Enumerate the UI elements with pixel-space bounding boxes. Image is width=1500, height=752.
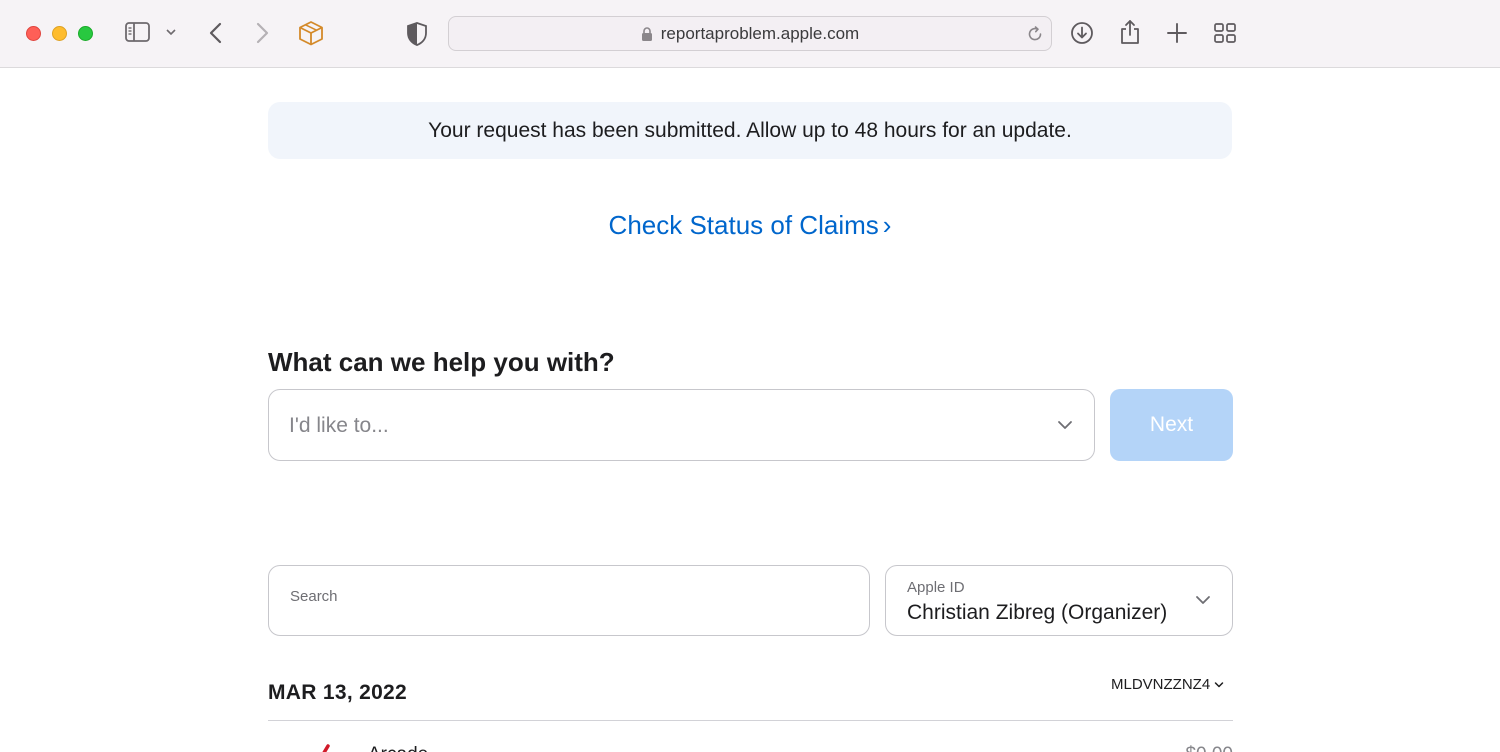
next-button[interactable]: Next	[1110, 389, 1233, 461]
forward-arrow-icon[interactable]	[252, 21, 272, 45]
order-id-text: MLDVNZZNZ4	[1111, 676, 1211, 693]
search-label: Search	[290, 588, 338, 605]
check-status-label: Check Status of Claims	[608, 210, 879, 240]
apple-id-value: Christian Zibreg (Organizer)	[907, 601, 1168, 624]
chevron-right-icon: ›	[882, 210, 892, 240]
purchase-item-price: $0.00	[1185, 744, 1233, 752]
lock-icon	[641, 26, 653, 42]
share-icon[interactable]	[1119, 18, 1141, 46]
downloads-icon[interactable]	[1070, 21, 1094, 45]
chevron-down-icon	[1194, 593, 1212, 611]
banner-text: Your request has been submitted. Allow u…	[428, 118, 1072, 142]
zoom-window-button[interactable]	[78, 26, 93, 41]
apple-arcade-icon	[316, 744, 332, 752]
reload-icon[interactable]	[1025, 24, 1045, 49]
submission-banner: Your request has been submitted. Allow u…	[268, 102, 1232, 159]
chevron-down-icon	[1214, 681, 1224, 689]
back-arrow-icon[interactable]	[206, 21, 226, 45]
apple-id-label: Apple ID	[907, 579, 965, 596]
search-input[interactable]: Search	[268, 565, 870, 636]
purchase-date-heading: MAR 13, 2022	[268, 681, 408, 704]
tab-overview-icon[interactable]	[1213, 22, 1237, 44]
request-type-select[interactable]: I'd like to...	[268, 389, 1095, 461]
sidebar-toggle-icon[interactable]	[124, 21, 152, 43]
address-bar[interactable]: reportaproblem.apple.com	[448, 16, 1052, 51]
purchase-item-name: Arcade	[368, 744, 428, 752]
package-extension-icon[interactable]	[297, 19, 325, 47]
minimize-window-button[interactable]	[52, 26, 67, 41]
privacy-shield-icon[interactable]	[406, 21, 428, 47]
new-tab-plus-icon[interactable]	[1166, 22, 1188, 44]
order-id-toggle[interactable]: MLDVNZZNZ4	[1111, 676, 1224, 693]
check-status-link[interactable]: Check Status of Claims ›	[0, 210, 1500, 241]
close-window-button[interactable]	[26, 26, 41, 41]
apple-id-select[interactable]: Apple ID Christian Zibreg (Organizer)	[885, 565, 1233, 636]
address-url: reportaproblem.apple.com	[660, 23, 860, 43]
list-item[interactable]: Arcade $0.00	[268, 740, 1233, 752]
select-placeholder: I'd like to...	[289, 414, 389, 437]
help-heading: What can we help you with?	[268, 347, 615, 377]
chevron-down-icon[interactable]	[164, 27, 178, 37]
section-divider	[268, 720, 1233, 721]
browser-toolbar: reportaproblem.apple.com	[0, 0, 1500, 68]
chevron-down-icon	[1056, 418, 1074, 436]
